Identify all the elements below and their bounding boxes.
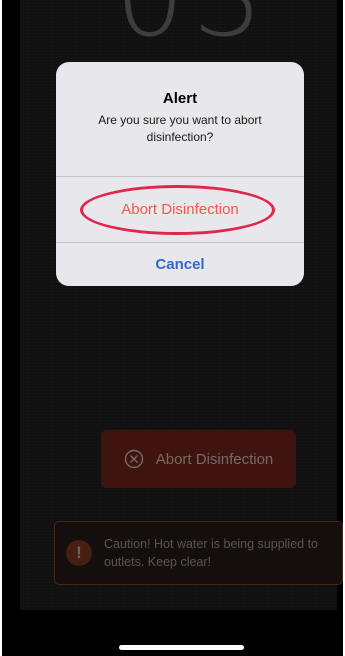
alert-abort-label: Abort Disinfection xyxy=(121,201,239,218)
alert-title: Alert xyxy=(162,90,198,107)
alert-message: Are you sure you want to abort disinfect… xyxy=(98,113,262,144)
alert-dialog: Alert Are you sure you want to abort dis… xyxy=(56,62,304,286)
home-indicator[interactable] xyxy=(119,645,244,650)
phone-screen: 03 Abort Disinfection ! Caution! Hot wat… xyxy=(2,0,343,656)
alert-abort-disinfection-button[interactable]: Abort Disinfection xyxy=(56,177,304,242)
alert-cancel-button[interactable]: Cancel xyxy=(56,243,304,286)
